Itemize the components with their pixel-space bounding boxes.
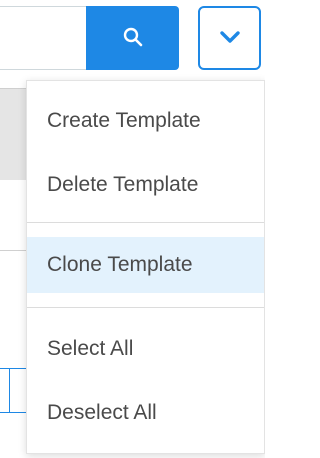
menu-item-label: Clone Template: [47, 253, 193, 276]
background-accent-line: [0, 368, 26, 369]
chevron-down-icon: [219, 30, 241, 47]
search-button[interactable]: [86, 6, 179, 70]
dropdown-toggle-button[interactable]: [198, 6, 261, 70]
menu-divider: [27, 222, 264, 223]
menu-item-label: Create Template: [47, 109, 201, 132]
menu-item-create-template[interactable]: Create Template: [27, 93, 264, 149]
background-accent-line: [0, 412, 26, 413]
search-icon: [122, 26, 144, 51]
background-divider: [0, 88, 26, 89]
menu-item-label: Delete Template: [47, 173, 199, 196]
background-panel: [0, 88, 26, 180]
menu-item-label: Deselect All: [47, 401, 157, 424]
menu-item-deselect-all[interactable]: Deselect All: [27, 385, 264, 441]
background-accent-tick: [9, 368, 10, 412]
search-input[interactable]: [0, 6, 90, 70]
menu-item-clone-template[interactable]: Clone Template: [27, 237, 264, 293]
menu-item-label: Select All: [47, 337, 134, 360]
dropdown-menu: Create Template Delete Template Clone Te…: [26, 80, 265, 454]
page: Create Template Delete Template Clone Te…: [0, 0, 265, 458]
menu-item-delete-template[interactable]: Delete Template: [27, 157, 264, 213]
menu-item-select-all[interactable]: Select All: [27, 321, 264, 377]
background-divider: [0, 250, 26, 251]
menu-divider: [27, 307, 264, 308]
